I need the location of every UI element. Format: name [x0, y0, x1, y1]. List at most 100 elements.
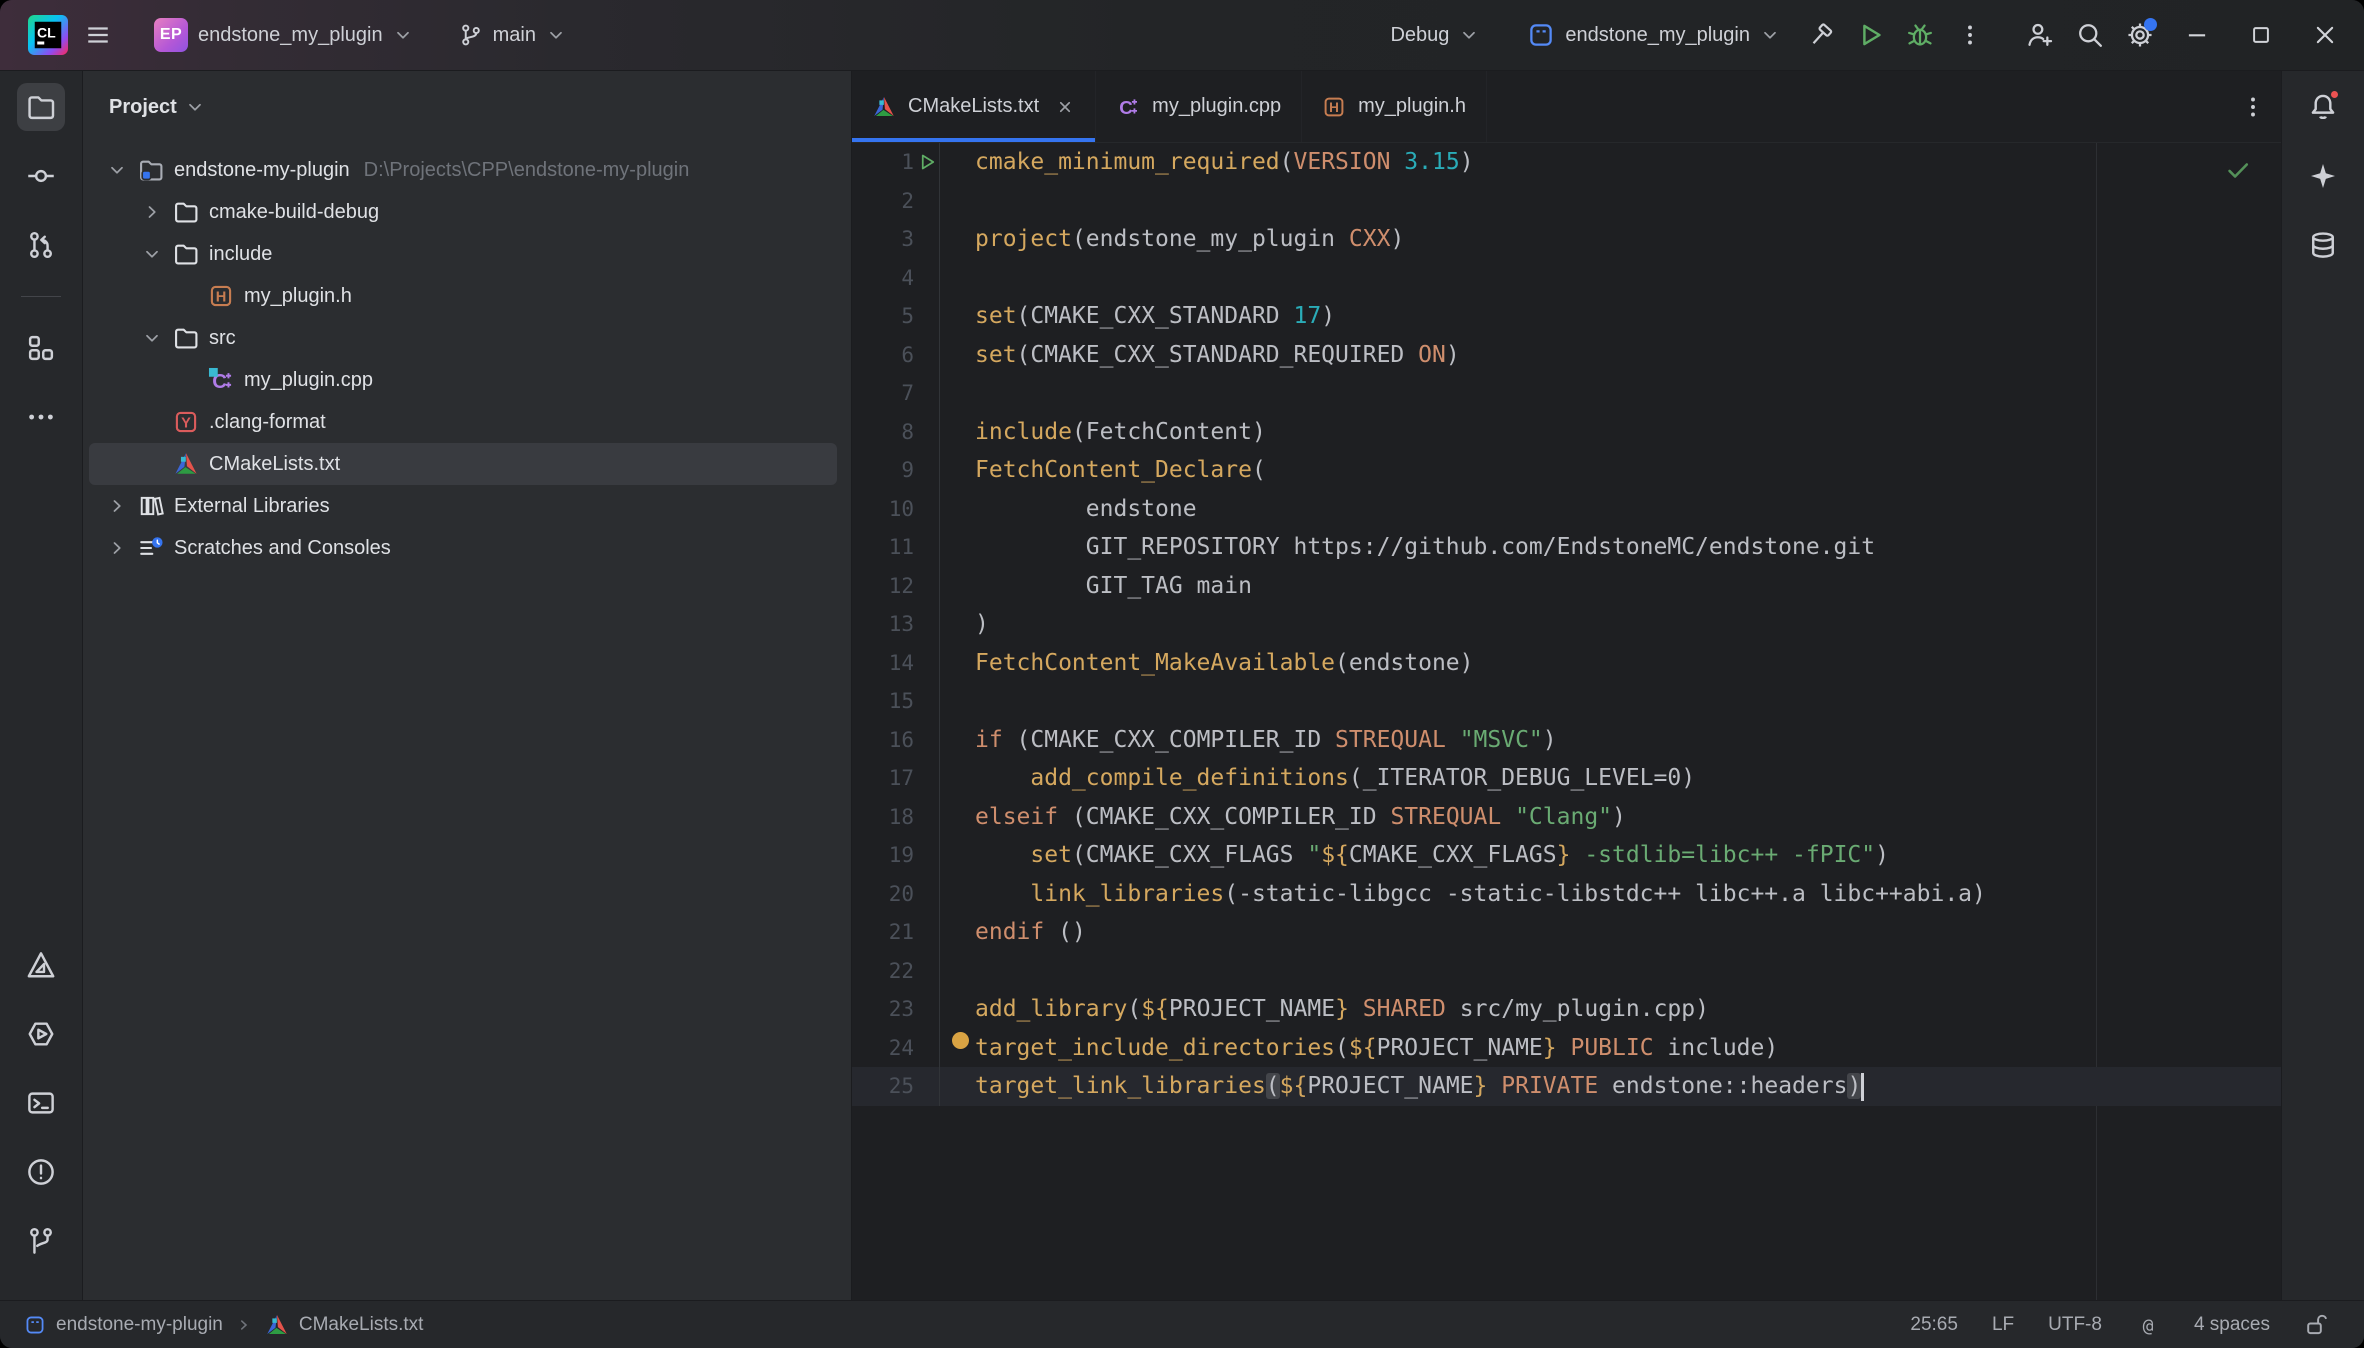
chevron-down-icon[interactable]	[185, 97, 205, 117]
code-text[interactable]: elseif (CMAKE_CXX_COMPILER_ID STREQUAL "…	[940, 798, 1626, 837]
tool-window-button-cmake[interactable]	[17, 941, 65, 989]
line-number[interactable]: 14	[852, 644, 914, 683]
tool-window-button-version-control[interactable]	[17, 1217, 65, 1265]
code-line-9[interactable]: 9 FetchContent_Declare(	[852, 451, 2281, 490]
tab-close-button[interactable]	[1055, 97, 1075, 117]
code-line-1[interactable]: 1 cmake_minimum_required(VERSION 3.15)	[852, 143, 2281, 182]
caret-position[interactable]: 25:65	[1910, 1314, 1958, 1336]
tree-item-include[interactable]: include	[89, 233, 837, 275]
line-number[interactable]: 18	[852, 798, 914, 837]
code-text[interactable]: GIT_TAG main	[940, 567, 1252, 606]
code-line-16[interactable]: 16if (CMAKE_CXX_COMPILER_ID STREQUAL "MS…	[852, 721, 2281, 760]
more-actions-button[interactable]	[1948, 13, 1992, 57]
tool-window-button-notifications[interactable]	[2299, 83, 2347, 131]
code-line-12[interactable]: 12 GIT_TAG main	[852, 567, 2281, 606]
code-text[interactable]	[940, 182, 975, 221]
ai-status-icon[interactable]	[2136, 1313, 2160, 1337]
code-text[interactable]: cmake_minimum_required(VERSION 3.15)	[940, 143, 1474, 182]
tool-window-button-structure[interactable]	[17, 324, 65, 372]
code-line-14[interactable]: 14 FetchContent_MakeAvailable(endstone)	[852, 644, 2281, 683]
code-text[interactable]: endstone	[940, 490, 1197, 529]
tool-window-button-commit[interactable]	[17, 152, 65, 200]
close-button[interactable]	[2296, 10, 2354, 60]
tree-chevron-down-icon[interactable]	[142, 328, 173, 348]
search-everywhere-button[interactable]	[2068, 13, 2112, 57]
tool-window-button-ai-assistant[interactable]	[2299, 152, 2347, 200]
code-text[interactable]: add_compile_definitions(_ITERATOR_DEBUG_…	[940, 759, 1695, 798]
line-number[interactable]: 1	[852, 143, 914, 182]
tool-window-button-pull-requests[interactable]	[17, 221, 65, 269]
tab-bar-more-button[interactable]	[2225, 71, 2281, 142]
line-separator[interactable]: LF	[1992, 1314, 2014, 1336]
code-line-5[interactable]: 5 set(CMAKE_CXX_STANDARD 17)	[852, 297, 2281, 336]
line-number[interactable]: 19	[852, 836, 914, 875]
tool-window-button-more-tool-windows[interactable]	[17, 393, 65, 441]
tree-item-cmake-build-debug[interactable]: cmake-build-debug	[89, 191, 837, 233]
debug-button[interactable]	[1898, 13, 1942, 57]
branch-selector[interactable]: main	[447, 15, 578, 55]
tree-item-my_plugin.cpp[interactable]: my_plugin.cpp	[89, 359, 837, 401]
code-text[interactable]: FetchContent_MakeAvailable(endstone)	[940, 644, 1474, 683]
code-line-20[interactable]: 20 link_libraries(-static-libgcc -static…	[852, 875, 2281, 914]
line-number[interactable]: 13	[852, 605, 914, 644]
tree-item-CMakeLists.txt[interactable]: CMakeLists.txt	[89, 443, 837, 485]
code-line-4[interactable]: 4	[852, 259, 2281, 298]
code-line-11[interactable]: 11 GIT_REPOSITORY https://github.com/End…	[852, 528, 2281, 567]
settings-button[interactable]	[2118, 13, 2162, 57]
code-text[interactable]: set(CMAKE_CXX_STANDARD_REQUIRED ON)	[940, 336, 1460, 375]
code-text[interactable]: FetchContent_Declare(	[940, 451, 1266, 490]
line-number[interactable]: 3	[852, 220, 914, 259]
line-number[interactable]: 17	[852, 759, 914, 798]
file-encoding[interactable]: UTF-8	[2048, 1314, 2102, 1336]
run-line-icon[interactable]	[914, 143, 940, 182]
line-number[interactable]: 20	[852, 875, 914, 914]
code-text[interactable]: include(FetchContent)	[940, 413, 1266, 452]
tree-item-my_plugin.h[interactable]: my_plugin.h	[89, 275, 837, 317]
line-number[interactable]: 4	[852, 259, 914, 298]
unlocked-icon[interactable]	[2304, 1313, 2328, 1337]
code-text[interactable]: link_libraries(-static-libgcc -static-li…	[940, 875, 1986, 914]
line-number[interactable]: 6	[852, 336, 914, 375]
code-editor[interactable]: 1cmake_minimum_required(VERSION 3.15)23p…	[852, 143, 2281, 1300]
code-text[interactable]: set(CMAKE_CXX_FLAGS "${CMAKE_CXX_FLAGS} …	[940, 836, 1889, 875]
tree-chevron-right-icon[interactable]	[142, 202, 173, 222]
line-number[interactable]: 9	[852, 451, 914, 490]
line-number[interactable]: 10	[852, 490, 914, 529]
code-line-25[interactable]: 25target_link_libraries(${PROJECT_NAME} …	[852, 1067, 2281, 1106]
code-text[interactable]: endif ()	[940, 913, 1086, 952]
build-mode-selector[interactable]: Debug	[1378, 16, 1491, 55]
line-number[interactable]: 23	[852, 990, 914, 1029]
tree-item-External Libraries[interactable]: External Libraries	[89, 485, 837, 527]
line-number[interactable]: 16	[852, 721, 914, 760]
code-with-me-button[interactable]	[2018, 13, 2062, 57]
code-line-7[interactable]: 7	[852, 374, 2281, 413]
code-line-18[interactable]: 18 elseif (CMAKE_CXX_COMPILER_ID STREQUAL…	[852, 798, 2281, 837]
line-number[interactable]: 22	[852, 952, 914, 991]
line-number[interactable]: 15	[852, 682, 914, 721]
code-line-2[interactable]: 2	[852, 182, 2281, 221]
code-line-10[interactable]: 10 endstone	[852, 490, 2281, 529]
minimize-button[interactable]	[2168, 10, 2226, 60]
tree-chevron-down-icon[interactable]	[107, 160, 138, 180]
editor-tab-my_plugin.h[interactable]: my_plugin.h	[1302, 71, 1487, 142]
code-text[interactable]	[940, 374, 975, 413]
tree-item-src[interactable]: src	[89, 317, 837, 359]
run-configuration-selector[interactable]: endstone_my_plugin	[1515, 13, 1792, 57]
line-number[interactable]: 25	[852, 1067, 914, 1106]
line-number[interactable]: 5	[852, 297, 914, 336]
breadcrumb-project[interactable]: endstone-my-plugin	[24, 1314, 223, 1336]
line-number[interactable]: 21	[852, 913, 914, 952]
tree-chevron-down-icon[interactable]	[142, 244, 173, 264]
indent-setting[interactable]: 4 spaces	[2194, 1314, 2270, 1336]
code-line-24[interactable]: 24target_include_directories(${PROJECT_N…	[852, 1029, 2281, 1068]
tool-window-button-terminal[interactable]	[17, 1079, 65, 1127]
project-selector[interactable]: EP endstone_my_plugin	[142, 10, 425, 60]
code-text[interactable]: set(CMAKE_CXX_STANDARD 17)	[940, 297, 1335, 336]
code-line-23[interactable]: 23add_library(${PROJECT_NAME} SHARED src…	[852, 990, 2281, 1029]
tree-item-Scratches and Consoles[interactable]: Scratches and Consoles	[89, 527, 837, 569]
code-line-8[interactable]: 8include(FetchContent)	[852, 413, 2281, 452]
code-line-3[interactable]: 3 project(endstone_my_plugin CXX)	[852, 220, 2281, 259]
code-text[interactable]: project(endstone_my_plugin CXX)	[940, 220, 1404, 259]
code-text[interactable]: target_include_directories(${PROJECT_NAM…	[940, 1029, 1778, 1068]
breadcrumb-file[interactable]: CMakeLists.txt	[265, 1313, 424, 1337]
